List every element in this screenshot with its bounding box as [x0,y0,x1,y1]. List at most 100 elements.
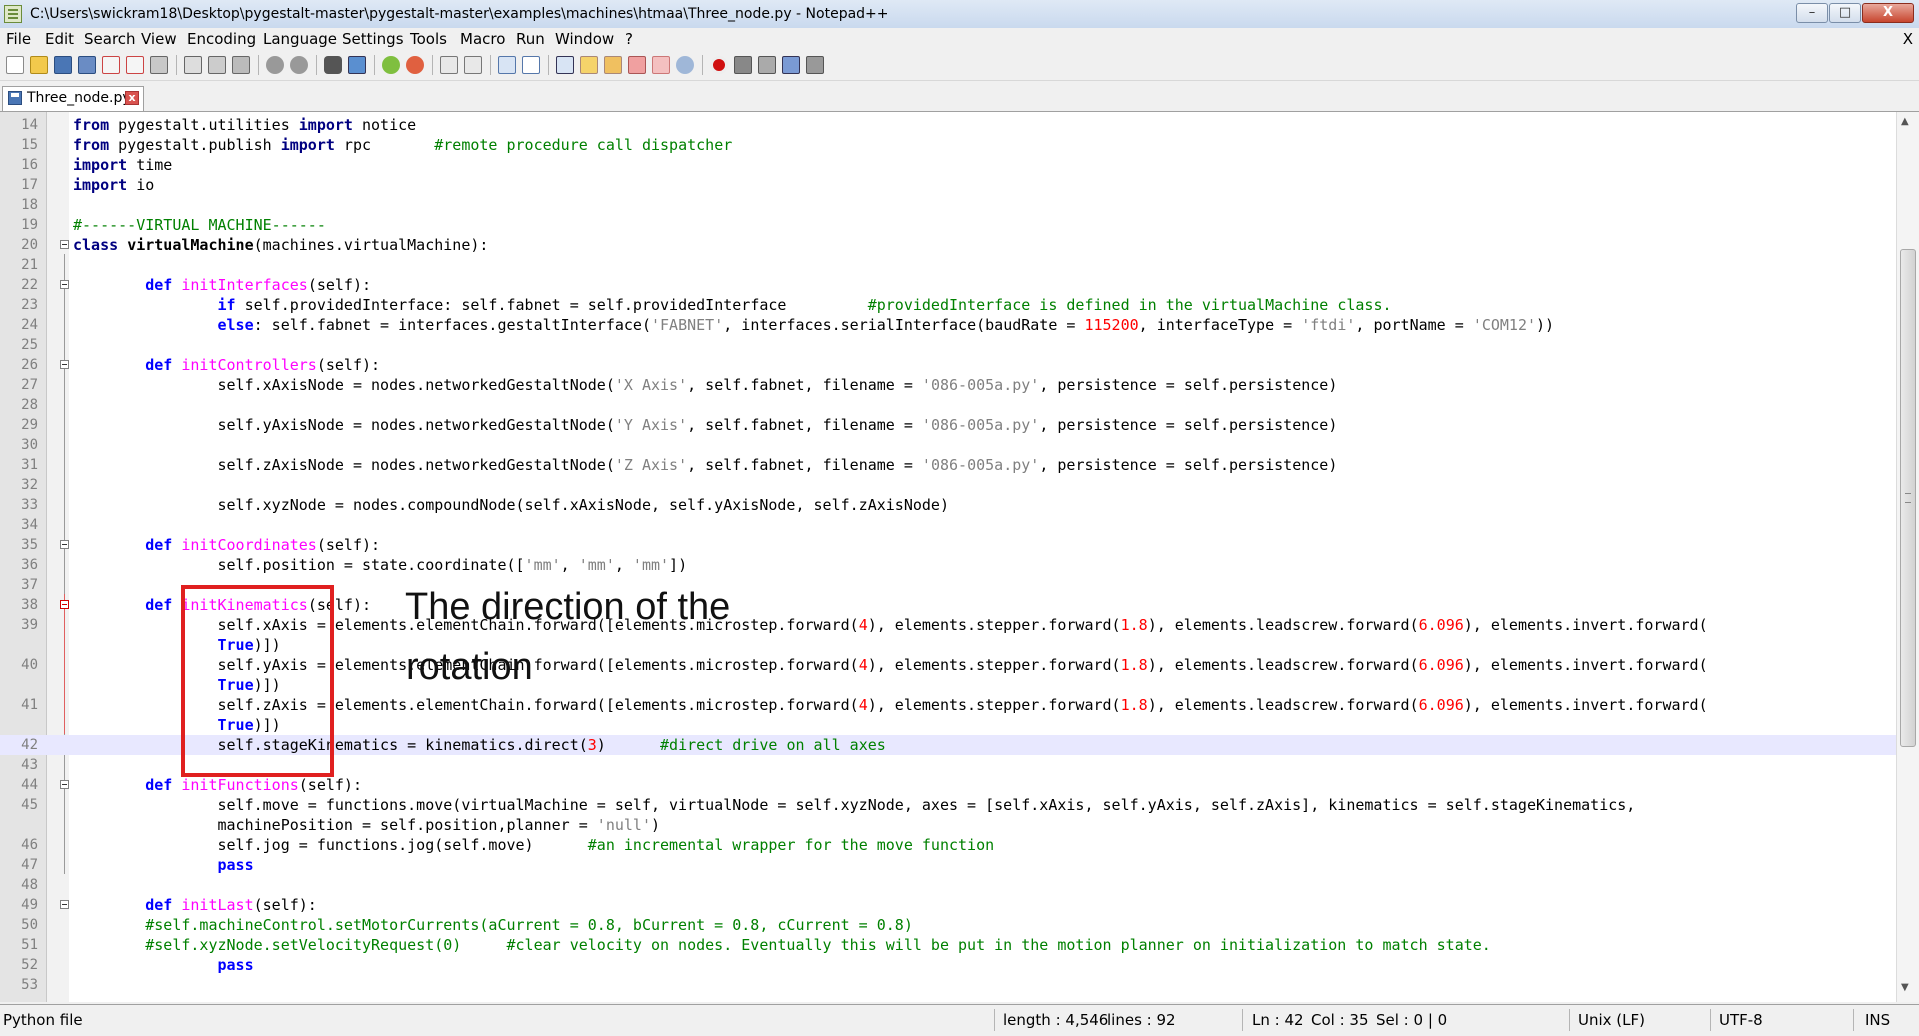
code-line: 18 [21,197,38,213]
scroll-up-arrow-icon[interactable]: ▲ [1901,116,1909,127]
menu-run[interactable]: Run [516,28,545,50]
word-wrap-icon[interactable] [498,56,516,74]
play-macro-icon[interactable] [758,56,776,74]
code-line: 50 #self.machineControl.setMotorCurrents… [21,916,913,934]
scroll-down-arrow-icon[interactable]: ▼ [1901,982,1909,993]
code-editor[interactable]: 14 from pygestalt.utilities import notice… [0,112,1896,1002]
monitor-icon[interactable] [676,56,694,74]
code-line: 52 pass [21,956,254,974]
status-eol: Unix (LF) [1578,1011,1645,1029]
code-line: 28 [21,397,38,413]
close-document-x[interactable]: X [1903,28,1913,50]
scroll-thumb[interactable] [1900,249,1916,747]
replace-icon[interactable] [348,56,366,74]
fold-toggle-icon[interactable] [60,900,69,909]
fold-toggle-icon[interactable] [60,540,69,549]
tab-bar: Three_node.py x [0,81,1919,112]
code-line: 26 def initControllers(self): [21,356,381,374]
code-line: 25 [21,337,38,353]
close-all-icon[interactable] [126,56,144,74]
vertical-scrollbar[interactable]: ▲ ▼ [1896,112,1919,1002]
close-window-button[interactable]: X [1862,3,1914,23]
indent-guide-icon[interactable] [556,56,574,74]
code-line: 31 self.zAxisNode = nodes.networkedGesta… [21,456,1338,474]
menu-view[interactable]: View [141,28,177,50]
status-lines: lines : 92 [1107,1011,1176,1029]
status-selection: Sel : 0 | 0 [1376,1011,1448,1029]
code-line: 19 #------VIRTUAL MACHINE------ [21,216,326,234]
notepad-app-icon [4,5,22,23]
menu-file[interactable]: File [6,28,31,50]
save-macro-icon[interactable] [806,56,824,74]
fold-toggle-icon[interactable] [60,360,69,369]
open-file-icon[interactable] [30,56,48,74]
menu-edit[interactable]: Edit [45,28,74,50]
record-macro-icon[interactable] [710,56,728,74]
user-lang-icon[interactable] [580,56,598,74]
show-all-chars-icon[interactable] [522,56,540,74]
undo-icon[interactable] [266,56,284,74]
code-line: 32 [21,477,38,493]
zoom-in-icon[interactable] [382,56,400,74]
function-list-icon[interactable] [628,56,646,74]
status-filetype: Python file [3,1011,83,1029]
code-line: 30 [21,437,38,453]
paste-icon[interactable] [232,56,250,74]
status-bar: Python file length : 4,546 lines : 92 Ln… [0,1004,1919,1036]
save-icon[interactable] [54,56,72,74]
sync-vertical-icon[interactable] [440,56,458,74]
tab-three-node-py[interactable]: Three_node.py x [2,86,144,111]
menu-tools[interactable]: Tools [410,28,447,50]
toolbar [0,50,1919,81]
window-title: C:\Users\swickram18\Desktop\pygestalt-ma… [30,6,889,22]
status-line-number: Ln : 42 [1252,1011,1304,1029]
code-line-wrapped: machinePosition = self.position,planner … [73,816,661,834]
code-line: 47 pass [21,856,254,874]
code-line: 46 self.jog = functions.jog(self.move) #… [21,836,995,854]
run-macro-multiple-icon[interactable] [782,56,800,74]
menu-window[interactable]: Window [555,28,614,50]
fold-toggle-icon[interactable] [60,780,69,789]
code-line: 17 import io [21,176,155,194]
stop-record-icon[interactable] [734,56,752,74]
code-line: 23 if self.providedInterface: self.fabne… [21,296,1392,314]
menu-help[interactable]: ? [625,28,633,50]
menu-encoding[interactable]: Encoding [187,28,256,50]
code-line: 15 from pygestalt.publish import rpc #rem… [21,136,733,154]
print-icon[interactable] [150,56,168,74]
copy-icon[interactable] [208,56,226,74]
new-file-icon[interactable] [6,56,24,74]
tab-close-icon[interactable]: x [125,91,139,105]
code-line: 29 self.yAxisNode = nodes.networkedGesta… [21,416,1338,434]
fold-toggle-icon[interactable] [60,280,69,289]
code-line: 49 def initLast(self): [21,896,317,914]
code-line: 45 self.move = functions.move(virtualMac… [21,796,1636,814]
maximize-button[interactable]: □ [1829,3,1861,23]
menu-search[interactable]: Search [84,28,136,50]
fold-toggle-icon[interactable] [60,600,69,609]
save-all-icon[interactable] [78,56,96,74]
folder-workspace-icon[interactable] [652,56,670,74]
minimize-button[interactable]: – [1796,3,1828,23]
menu-macro[interactable]: Macro [460,28,505,50]
code-line: 33 self.xyzNode = nodes.compoundNode(sel… [21,496,949,514]
redo-icon[interactable] [290,56,308,74]
menu-language[interactable]: Language [263,28,337,50]
status-length: length : 4,546 [1003,1011,1109,1029]
find-icon[interactable] [324,56,342,74]
close-icon[interactable] [102,56,120,74]
doc-map-icon[interactable] [604,56,622,74]
sync-horizontal-icon[interactable] [464,56,482,74]
tab-label: Three_node.py [27,90,131,106]
code-line: 21 [21,257,38,273]
code-line: 24 else: self.fabnet = interfaces.gestal… [21,316,1555,334]
code-line: 44 def initFunctions(self): [21,776,362,794]
menu-settings[interactable]: Settings [342,28,404,50]
code-line: 35 def initCoordinates(self): [21,536,381,554]
fold-toggle-icon[interactable] [60,240,69,249]
cut-icon[interactable] [184,56,202,74]
code-line: 36 self.position = state.coordinate(['mm… [21,556,688,574]
zoom-out-icon[interactable] [406,56,424,74]
code-line: 14 from pygestalt.utilities import notice [21,116,417,134]
title-bar: C:\Users\swickram18\Desktop\pygestalt-ma… [0,0,1919,29]
